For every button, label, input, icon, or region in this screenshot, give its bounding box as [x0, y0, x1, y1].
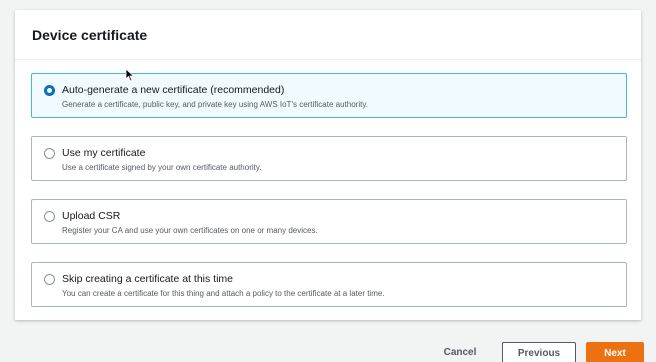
panel-header: Device certificate [15, 10, 641, 60]
page: Device certificate Auto-generate a new c… [0, 0, 656, 362]
option-skip-certificate[interactable]: Skip creating a certificate at this time… [31, 262, 627, 307]
mouse-cursor-icon [125, 68, 135, 82]
option-description: Register your CA and use your own certif… [62, 226, 318, 235]
option-label: Upload CSR [62, 210, 121, 222]
radio-skip-certificate[interactable] [44, 274, 55, 285]
previous-button[interactable]: Previous [502, 342, 576, 362]
radio-auto-generate[interactable] [44, 85, 55, 96]
option-description: Generate a certificate, public key, and … [62, 100, 368, 109]
next-button[interactable]: Next [586, 342, 644, 362]
option-description: Use a certificate signed by your own cer… [62, 163, 262, 172]
device-certificate-panel: Device certificate Auto-generate a new c… [15, 10, 641, 320]
panel-title: Device certificate [32, 27, 148, 43]
option-label: Skip creating a certificate at this time [62, 273, 233, 285]
option-upload-csr[interactable]: Upload CSR Register your CA and use your… [31, 199, 627, 244]
option-description: You can create a certificate for this th… [62, 289, 385, 298]
option-auto-generate[interactable]: Auto-generate a new certificate (recomme… [31, 73, 627, 118]
option-label: Auto-generate a new certificate (recomme… [62, 84, 285, 96]
cancel-button[interactable]: Cancel [430, 342, 490, 362]
option-use-my-certificate[interactable]: Use my certificate Use a certificate sig… [31, 136, 627, 181]
option-label: Use my certificate [62, 147, 146, 159]
radio-use-my-certificate[interactable] [44, 148, 55, 159]
radio-upload-csr[interactable] [44, 211, 55, 222]
